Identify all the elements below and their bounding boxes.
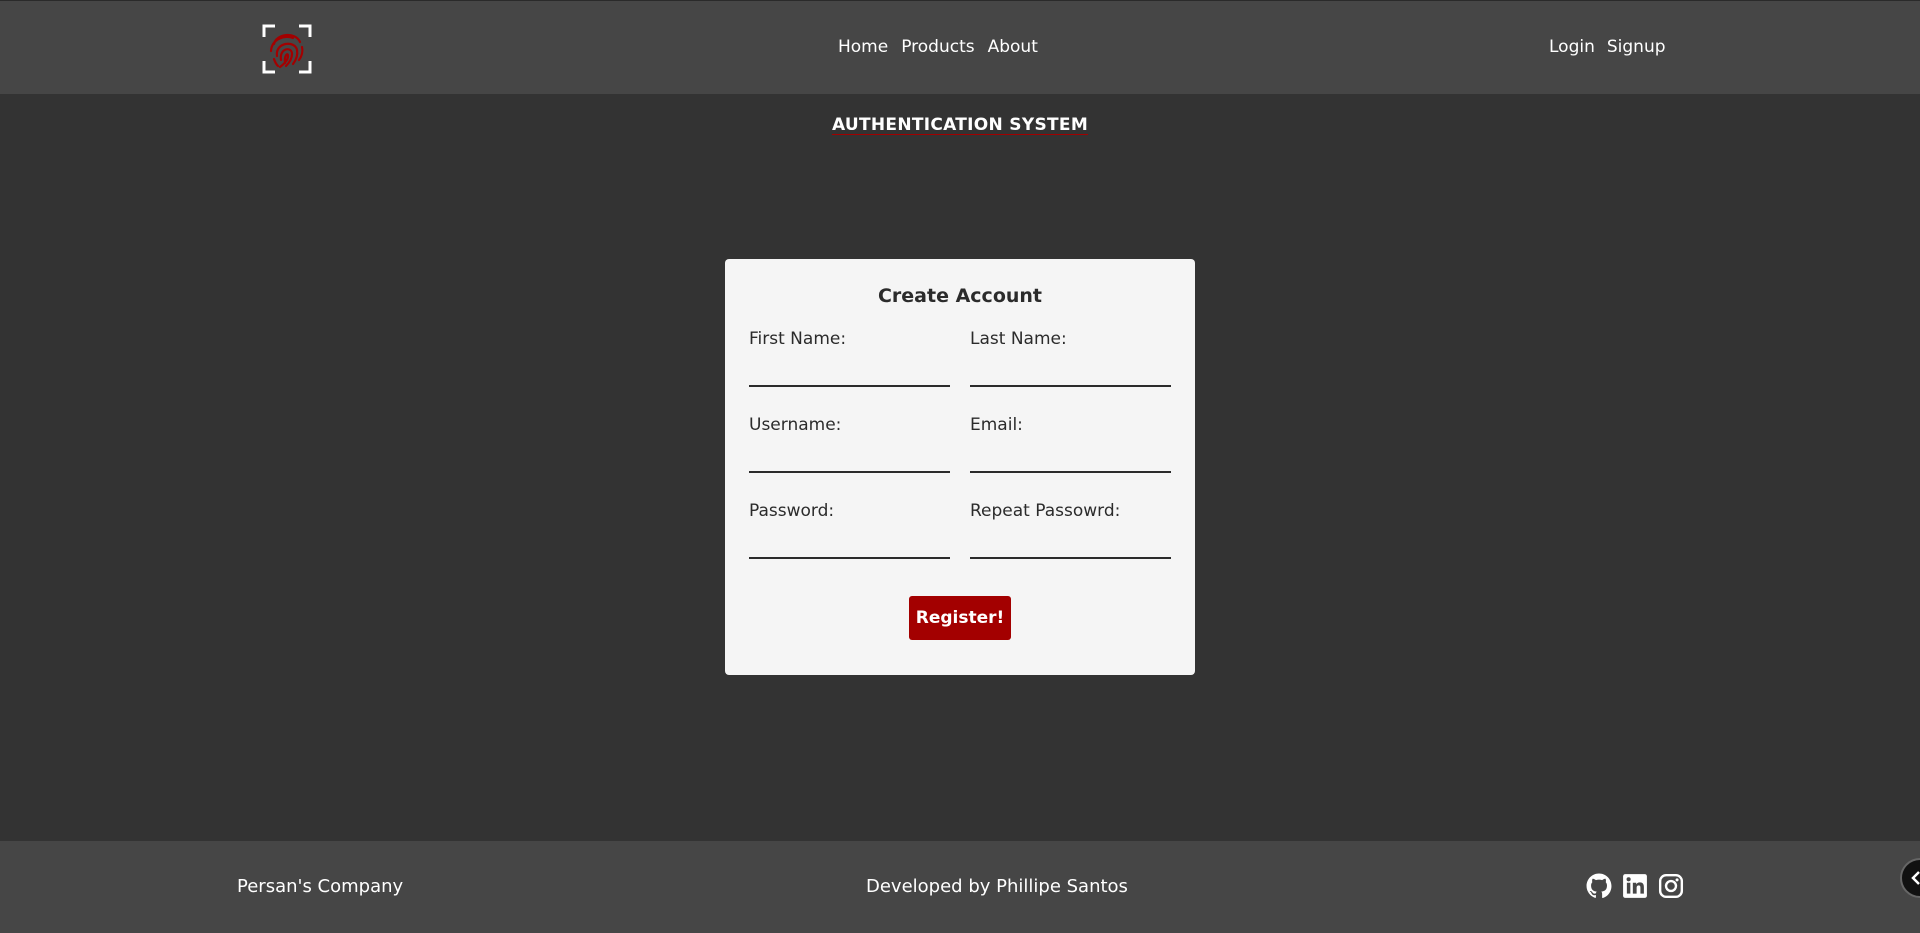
last-name-input[interactable] (970, 361, 1171, 387)
instagram-icon[interactable] (1658, 873, 1684, 899)
main-nav: Home Products About (838, 37, 1038, 57)
password-label: Password: (749, 501, 835, 521)
nav-about-link[interactable]: About (988, 37, 1038, 57)
email-input[interactable] (970, 447, 1171, 473)
nav-products-link[interactable]: Products (901, 37, 974, 57)
first-name-label: First Name: (749, 329, 847, 349)
nav-login-link[interactable]: Login (1549, 37, 1595, 57)
chevron-left-icon (1911, 871, 1920, 885)
page-title-text: AUTHENTICATION SYSTEM (831, 115, 1089, 135)
auth-nav: Login Signup (1549, 37, 1666, 57)
footer: Persan's Company Developed by Phillipe S… (0, 841, 1920, 933)
first-name-field: First Name: (749, 329, 950, 387)
footer-company-name: Persan's Company (237, 876, 404, 897)
nav-home-link[interactable]: Home (838, 37, 888, 57)
social-links (1586, 873, 1684, 899)
page: Home Products About Login Signup AUTHENT… (0, 0, 1920, 933)
linkedin-icon[interactable] (1622, 873, 1648, 899)
password-input[interactable] (749, 533, 950, 559)
top-navbar: Home Products About Login Signup (0, 0, 1920, 94)
page-title: AUTHENTICATION SYSTEM (0, 115, 1920, 135)
username-label: Username: (749, 415, 842, 435)
email-label: Email: (970, 415, 1023, 435)
first-name-input[interactable] (749, 361, 950, 387)
github-icon[interactable] (1586, 873, 1612, 899)
repeat-password-input[interactable] (970, 533, 1171, 559)
last-name-field: Last Name: (970, 329, 1171, 387)
register-button[interactable]: Register! (909, 596, 1011, 640)
footer-developer-credit: Developed by Phillipe Santos (866, 876, 1128, 897)
username-input[interactable] (749, 447, 950, 473)
nav-signup-link[interactable]: Signup (1607, 37, 1666, 57)
password-field: Password: (749, 501, 950, 559)
email-field: Email: (970, 415, 1171, 473)
form-title: Create Account (877, 285, 1043, 307)
last-name-label: Last Name: (970, 329, 1067, 349)
repeat-password-label: Repeat Passowrd: (970, 501, 1121, 521)
username-field: Username: (749, 415, 950, 473)
create-account-card: Create Account First Name: Last Name: Us… (725, 259, 1195, 675)
fingerprint-scan-icon[interactable] (262, 24, 312, 74)
repeat-password-field: Repeat Passowrd: (970, 501, 1171, 559)
